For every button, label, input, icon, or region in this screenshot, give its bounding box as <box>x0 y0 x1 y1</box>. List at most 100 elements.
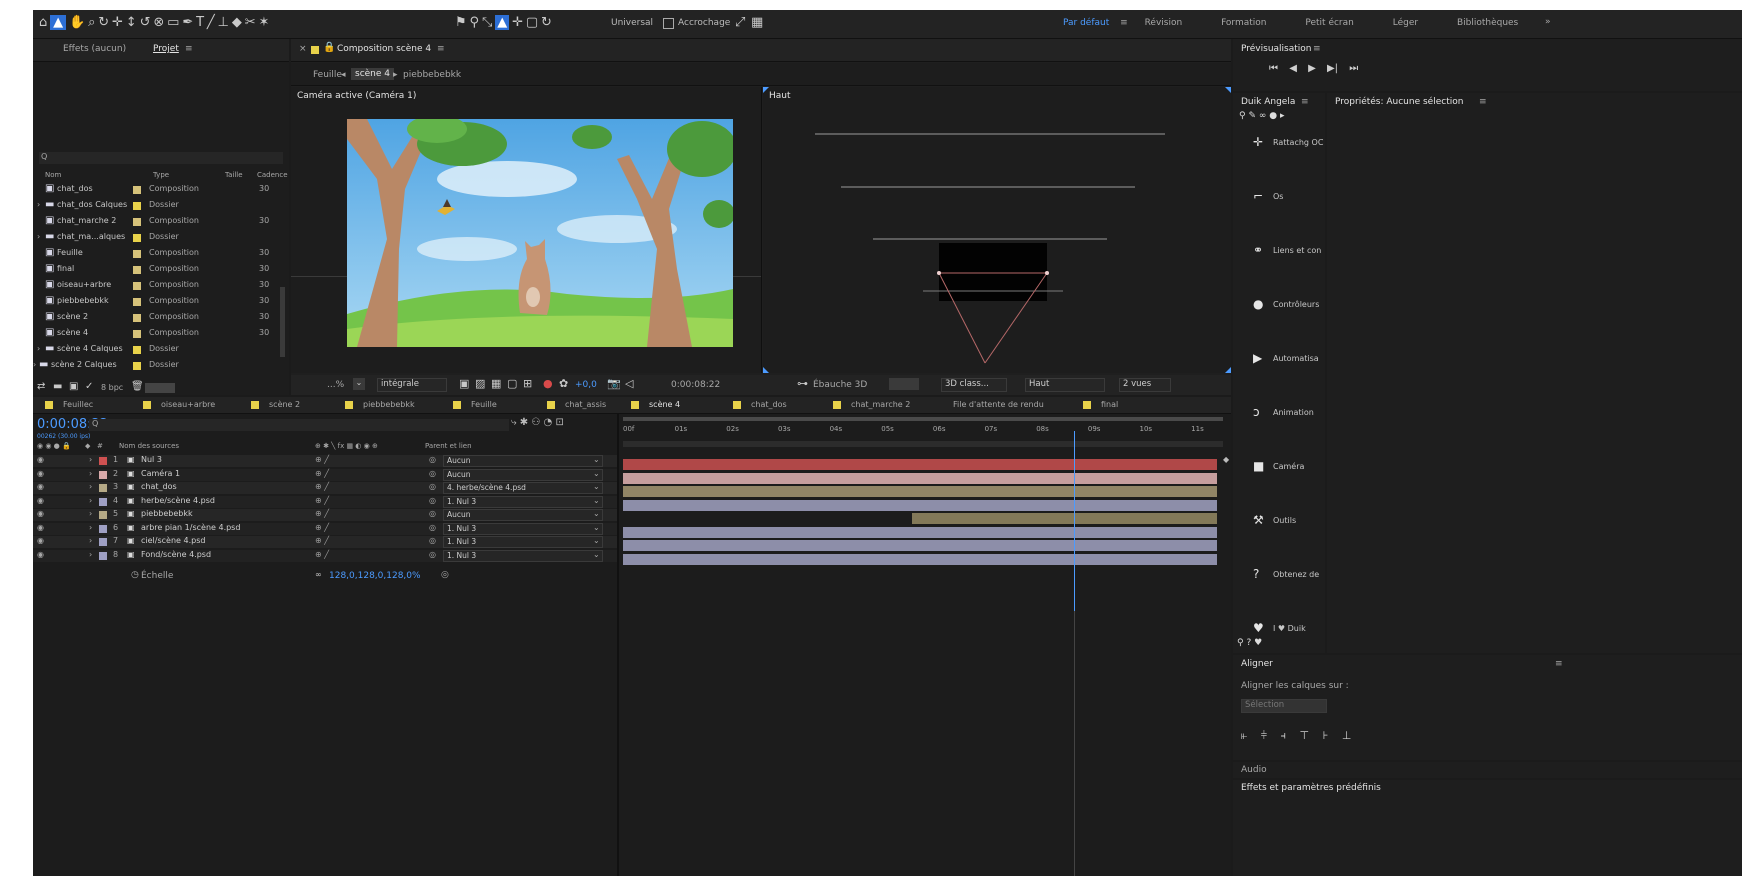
lock-icon[interactable]: 🔒 <box>323 42 335 53</box>
comp-close-icon[interactable]: × <box>299 44 307 54</box>
project-item[interactable]: ▣ chat_marche 2 Composition 30 <box>33 215 281 228</box>
view-mode-select[interactable]: 3D class... <box>941 378 1007 392</box>
layer-duration-bar[interactable] <box>623 486 1217 497</box>
scale-gizmo-icon[interactable]: ▢ <box>526 15 538 30</box>
puppet-tool-icon[interactable]: ✶ <box>258 15 269 30</box>
next-frame-icon[interactable]: ▶| <box>1327 63 1338 74</box>
grid-toggle-icon[interactable]: ▦ <box>751 15 763 30</box>
timeline-search[interactable]: Q <box>89 419 509 431</box>
layer-duration-bar[interactable] <box>623 526 1217 538</box>
layer-row[interactable]: ◉ › 8 ▣ Fond/scène 4.psd ⊕ ╱ ◎ 1. Nul 3 ⌄ <box>33 549 617 562</box>
align-menu-icon[interactable]: ≡ <box>1555 659 1563 669</box>
pen-tool-icon[interactable]: ✒ <box>182 15 193 30</box>
motion-blur-icon[interactable]: ◔ <box>544 417 553 428</box>
views-layout-select[interactable]: 2 vues <box>1119 378 1171 392</box>
expand-layer-arrow[interactable]: › <box>89 455 92 464</box>
align-top-icon[interactable]: ⊤ <box>1300 729 1310 742</box>
layer-label-swatch[interactable] <box>99 511 107 519</box>
workspace-default[interactable]: Par défaut <box>1063 18 1109 28</box>
home-icon[interactable]: ⌂ <box>39 15 47 30</box>
top-view[interactable]: Haut <box>763 87 1231 373</box>
duik-item[interactable]: ■ Caméra <box>1233 459 1325 475</box>
expand-layer-arrow[interactable]: › <box>89 523 92 532</box>
parent-dropdown-icon[interactable]: ⌄ <box>593 496 600 505</box>
region-interest-icon[interactable]: ▢ <box>507 377 517 390</box>
duik-item[interactable]: ● Contrôleurs <box>1233 297 1325 313</box>
timeline-tab[interactable]: piebbebebkk <box>345 400 415 409</box>
project-flowchart-icon[interactable]: ✓ <box>85 381 93 392</box>
layer-duration-bar[interactable] <box>623 499 1217 511</box>
play-icon[interactable]: ▶ <box>1308 63 1316 74</box>
breadcrumb-piebbebebkk[interactable]: piebbebebkk <box>403 70 461 80</box>
expand-arrow-icon[interactable]: › <box>37 200 40 209</box>
layer-switches[interactable]: ⊕ ╱ <box>315 496 329 505</box>
project-search-field[interactable]: Q <box>39 152 283 164</box>
parent-pickwhip-icon[interactable]: ◎ <box>429 509 436 518</box>
expression-icon[interactable]: ◎ <box>441 570 449 580</box>
expand-layer-arrow[interactable]: › <box>89 482 92 491</box>
view-axis-icon[interactable]: ⤡ <box>482 15 492 30</box>
workspace-learning[interactable]: Formation <box>1221 18 1266 28</box>
layer-label-swatch[interactable] <box>99 457 107 465</box>
expand-layer-arrow[interactable]: › <box>89 496 92 505</box>
layer-row[interactable]: ◉ › 6 ▣ arbre pian 1/scène 4.psd ⊕ ╱ ◎ 1. Nul 3… <box>33 522 617 535</box>
column-framerate[interactable]: Cadence <box>257 171 288 179</box>
parent-dropdown-icon[interactable]: ⌄ <box>593 509 600 518</box>
timeline-tab[interactable]: Feuille <box>453 400 497 409</box>
expand-layer-arrow[interactable]: › <box>89 469 92 478</box>
align-hcenter-icon[interactable]: ⫩ <box>1261 729 1267 742</box>
fast-preview-icon[interactable]: ▣ <box>459 377 469 390</box>
workspace-small-screen[interactable]: Petit écran <box>1305 18 1353 28</box>
visibility-eye-icon[interactable]: ◉ <box>37 496 44 505</box>
roto-tool-icon[interactable]: ✂ <box>245 15 256 30</box>
parent-dropdown-icon[interactable]: ⌄ <box>593 523 600 532</box>
duik-menu-icon[interactable]: ≡ <box>1301 97 1309 107</box>
properties-menu-icon[interactable]: ≡ <box>1479 97 1487 107</box>
exposure-value[interactable]: +0,0 <box>575 380 597 390</box>
comp-panel-title[interactable]: Composition scène 4 <box>337 44 431 54</box>
timeline-tab[interactable]: chat_marche 2 <box>833 400 910 409</box>
breadcrumb-scene4[interactable]: scène 4 <box>351 68 395 80</box>
project-scrollbar[interactable] <box>280 287 285 357</box>
time-ruler[interactable]: 00f 01s 02s 03s 04s 05s 06s 07s 08s 09s 10s 11s <box>623 423 1223 437</box>
visibility-eye-icon[interactable]: ◉ <box>37 509 44 518</box>
new-folder-icon[interactable]: ▬ <box>53 381 62 392</box>
visibility-eye-icon[interactable]: ◉ <box>37 523 44 532</box>
project-menu-icon[interactable]: ≡ <box>185 44 193 54</box>
playhead[interactable] <box>1073 431 1075 611</box>
align-vcenter-icon[interactable]: ⊦ <box>1323 729 1329 742</box>
duik-rig-icon[interactable]: ⚲ <box>1239 111 1246 121</box>
parent-dropdown-icon[interactable]: ⌄ <box>593 550 600 559</box>
source-name-header[interactable]: Nom des sources <box>119 442 179 450</box>
rotate-tool-icon[interactable]: ↺ <box>140 15 151 30</box>
move-gizmo-icon[interactable]: ✛ <box>512 15 523 30</box>
parent-header[interactable]: Parent et lien <box>425 442 472 450</box>
align-left-icon[interactable]: ⫦ <box>1241 729 1247 742</box>
layer-name[interactable]: arbre pian 1/scène 4.psd <box>141 523 240 532</box>
layer-label-swatch[interactable] <box>99 497 107 506</box>
hand-tool-icon[interactable]: ✋ <box>69 15 85 30</box>
channel-icon[interactable]: ● <box>543 377 553 390</box>
first-frame-icon[interactable]: ⏮ <box>1269 63 1278 74</box>
workspace-review[interactable]: Révision <box>1145 18 1183 28</box>
duik-item[interactable]: ♥ I ♥ Duik <box>1233 621 1325 637</box>
constrain-link-icon[interactable]: ∞ <box>315 570 322 579</box>
layer-row[interactable]: ◉ › 7 ▣ ciel/scène 4.psd ⊕ ╱ ◎ 1. Nul 3 ⌄ <box>33 536 617 548</box>
workspace-libraries[interactable]: Bibliothèques <box>1457 18 1518 28</box>
layer-name[interactable]: chat_dos <box>141 482 177 491</box>
layer-switches[interactable]: ⊕ ╱ <box>315 550 329 559</box>
duik-item[interactable]: ✛ Rattachg OC <box>1233 135 1325 151</box>
project-item[interactable]: › ▬ chat_dos Calques Dossier <box>33 199 281 212</box>
layer-label-swatch[interactable] <box>99 484 107 492</box>
duik-link-icon[interactable]: ∞ <box>1259 111 1267 121</box>
layer-row[interactable]: ◉ › 2 ▣ Caméra 1 ⊕ ╱ ◎ Aucun ⌄ <box>33 468 617 481</box>
visibility-eye-icon[interactable]: ◉ <box>37 469 44 478</box>
delete-icon[interactable]: 🗑 <box>131 381 144 392</box>
duik-item[interactable]: ⚭ Liens et con <box>1233 243 1325 259</box>
layer-name[interactable]: Nul 3 <box>141 455 162 464</box>
layer-label-swatch[interactable] <box>99 470 107 479</box>
expand-arrow-icon[interactable]: › <box>37 344 40 353</box>
rectangle-tool-icon[interactable]: ▭ <box>167 15 179 30</box>
zoom-select[interactable]: ...% <box>327 380 344 390</box>
layer-name[interactable]: piebbebebkk <box>141 509 193 518</box>
